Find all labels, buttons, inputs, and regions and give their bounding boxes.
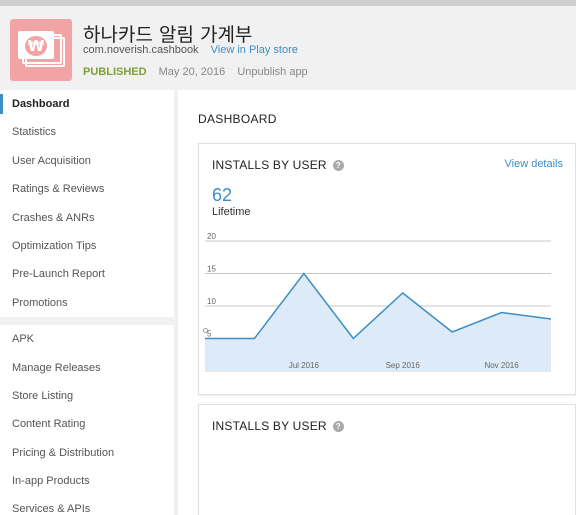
sidebar-item-dashboard[interactable]: Dashboard [0, 90, 174, 118]
area-fill [205, 273, 551, 371]
x-tick-label: Nov 2016 [484, 361, 519, 370]
won-symbol: ₩ [25, 36, 47, 56]
sidebar-item-apk[interactable]: APK [0, 325, 174, 353]
y-tick-label: 20 [207, 232, 216, 241]
sidebar-item-ratings-reviews[interactable]: Ratings & Reviews [0, 175, 174, 203]
sidebar-item-in-app-products[interactable]: In-app Products [0, 467, 174, 495]
help-icon[interactable]: ? [332, 421, 344, 432]
card-title-text: INSTALLS BY USER [212, 158, 327, 172]
installs-chart: 5101520Jul 2016 Sep 2016 Nov 2016 [203, 232, 551, 372]
sidebar-item-content-rating[interactable]: Content Rating [0, 410, 174, 438]
card-title-text: INSTALLS BY USER [212, 419, 327, 433]
installs-by-user-card-2: INSTALLS BY USER? [198, 404, 576, 515]
x-tick-label: Jul 2016 [289, 361, 320, 370]
page-title: DASHBOARD [198, 112, 277, 126]
sidebar-item-optimization-tips[interactable]: Optimization Tips [0, 232, 174, 260]
sidebar-item-pre-launch-report[interactable]: Pre-Launch Report [0, 260, 174, 288]
card-title: INSTALLS BY USER? [212, 419, 344, 433]
nav-divider [0, 317, 174, 326]
sidebar-item-user-acquisition[interactable]: User Acquisition [0, 147, 174, 175]
banknote-won-icon: ₩ [10, 19, 72, 81]
nav-group-release: APK Manage Releases Store Listing Content R… [0, 325, 174, 515]
sidebar-item-promotions[interactable]: Promotions [0, 289, 174, 317]
help-icon[interactable]: ? [332, 160, 344, 171]
app-header: ₩ 하나카드 알림 가계부 com.noverish.cashbook View… [0, 6, 576, 90]
sidebar-item-manage-releases[interactable]: Manage Releases [0, 354, 174, 382]
package-row: com.noverish.cashbook View in Play store [83, 44, 298, 56]
sidebar-item-store-listing[interactable]: Store Listing [0, 382, 174, 410]
sidebar-nav: Dashboard Statistics User Acquisition Ratin… [0, 90, 174, 515]
sidebar-item-crashes-anrs[interactable]: Crashes & ANRs [0, 204, 174, 232]
card-title: INSTALLS BY USER? [212, 158, 344, 172]
installs-value: 62 [212, 185, 233, 205]
app-title: 하나카드 알림 가계부 [83, 24, 253, 46]
publish-date: May 20, 2016 [158, 66, 226, 78]
view-details-link[interactable]: View details [505, 158, 564, 170]
view-in-play-store-link[interactable]: View in Play store [211, 44, 298, 56]
sidebar-item-services-apis[interactable]: Services & APIs [0, 495, 174, 515]
unpublish-app-link[interactable]: Unpublish app [237, 66, 307, 78]
nav-group-app: Dashboard Statistics User Acquisition Ratin… [0, 90, 174, 318]
sidebar-item-statistics[interactable]: Statistics [0, 118, 174, 146]
y-tick-label: 15 [207, 265, 216, 274]
package-name: com.noverish.cashbook [83, 44, 199, 56]
sidebar-item-pricing-distribution[interactable]: Pricing & Distribution [0, 439, 174, 467]
installs-label: Lifetime [212, 206, 251, 218]
installs-by-user-card: INSTALLS BY USER? View details 62 Lifeti… [198, 143, 576, 395]
status-badge: PUBLISHED [83, 66, 147, 78]
dashboard-main: DASHBOARD INSTALLS BY USER? View details… [178, 90, 576, 515]
x-tick-label: Sep 2016 [386, 361, 421, 370]
y-tick-label: 10 [207, 297, 216, 306]
status-row: PUBLISHED May 20, 2016 Unpublish app [83, 66, 308, 78]
